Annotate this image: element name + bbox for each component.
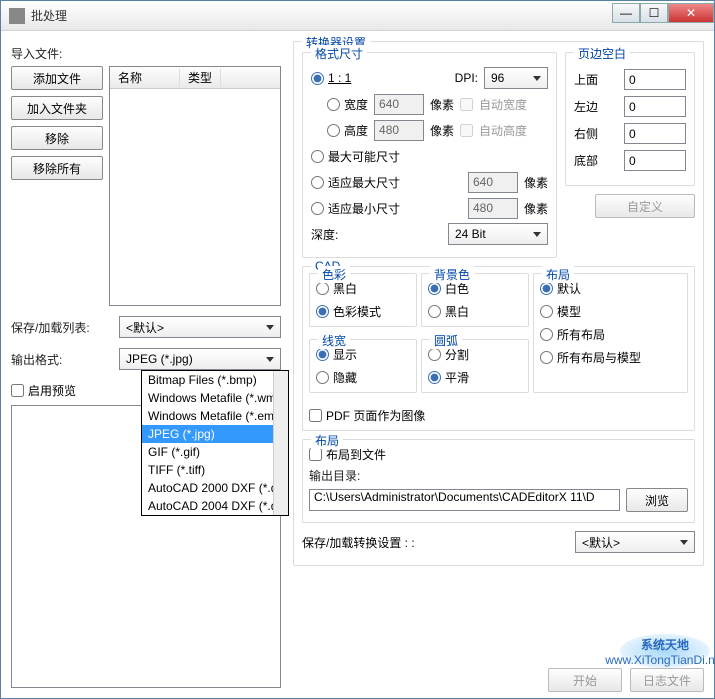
fmt-option[interactable]: Windows Metafile (*.wm [142, 389, 288, 407]
auto-height-checkbox [460, 124, 473, 137]
dpi-select[interactable]: 96 [484, 67, 548, 89]
app-icon [9, 8, 25, 24]
fitmin-input[interactable]: 480 [468, 198, 518, 219]
minimize-button[interactable]: — [612, 3, 640, 23]
file-list[interactable]: 名称 类型 [109, 66, 281, 306]
fmt-option[interactable]: TIFF (*.tiff) [142, 461, 288, 479]
lw-show-radio[interactable] [316, 348, 329, 361]
color-bw-radio[interactable] [316, 282, 329, 295]
window-title: 批处理 [31, 7, 612, 24]
add-folder-button[interactable]: 加入文件夹 [11, 96, 103, 120]
layout-output-group: 布局 布局到文件 输出目录: C:\Users\Administrator\Do… [302, 439, 695, 523]
start-button[interactable]: 开始 [548, 668, 622, 692]
saveconv-select[interactable]: <默认> [575, 531, 695, 553]
ratio-1to1-radio[interactable] [311, 72, 324, 85]
depth-select[interactable]: 24 Bit [448, 223, 548, 245]
auto-width-checkbox [460, 98, 473, 111]
layout-all-radio[interactable] [540, 328, 553, 341]
custom-button: 自定义 [595, 194, 695, 218]
fmt-option[interactable]: Bitmap Files (*.bmp) [142, 371, 288, 389]
batch-window: 批处理 — ☐ ✕ 导入文件: 添加文件 加入文件夹 移除 移除所有 名称 类型 [0, 0, 715, 699]
width-input[interactable]: 640 [374, 94, 424, 115]
fmt-option[interactable]: GIF (*.gif) [142, 443, 288, 461]
enable-preview-label: 启用预览 [28, 382, 76, 399]
margin-bottom-input[interactable]: 0 [624, 150, 686, 171]
import-label: 导入文件: [11, 45, 281, 62]
dropdown-scrollbar[interactable] [273, 371, 288, 515]
col-name[interactable]: 名称 [110, 69, 180, 86]
max-size-radio[interactable] [311, 150, 324, 163]
remove-all-button[interactable]: 移除所有 [11, 156, 103, 180]
height-radio[interactable] [327, 124, 340, 137]
savelist-select[interactable]: <默认> [119, 316, 281, 338]
width-radio[interactable] [327, 98, 340, 111]
arc-smooth-radio[interactable] [428, 371, 441, 384]
layout-default-radio[interactable] [540, 282, 553, 295]
fmt-option-selected[interactable]: JPEG (*.jpg) [142, 425, 288, 443]
output-format-select[interactable]: JPEG (*.jpg) [119, 348, 281, 370]
browse-button[interactable]: 浏览 [626, 488, 688, 512]
margin-top-input[interactable]: 0 [624, 69, 686, 90]
bg-white-radio[interactable] [428, 282, 441, 295]
fitmin-radio[interactable] [311, 202, 324, 215]
fmt-option[interactable]: AutoCAD 2000 DXF (*.dx [142, 479, 288, 497]
layout-model-radio[interactable] [540, 305, 553, 318]
format-size-group: 格式尺寸 1 : 1 DPI: 96 宽度 640 像素 [302, 52, 557, 258]
fmt-option[interactable]: AutoCAD 2004 DXF (*.dx [142, 497, 288, 515]
margin-right-input[interactable]: 0 [624, 123, 686, 144]
fmt-option[interactable]: Windows Metafile (*.em [142, 407, 288, 425]
file-list-header: 名称 类型 [110, 67, 280, 89]
layout-to-file-checkbox[interactable] [309, 448, 322, 461]
log-button[interactable]: 日志文件 [630, 668, 704, 692]
output-format-dropdown[interactable]: Bitmap Files (*.bmp) Windows Metafile (*… [141, 370, 289, 516]
maximize-button[interactable]: ☐ [640, 3, 668, 23]
arc-split-radio[interactable] [428, 348, 441, 361]
col-type[interactable]: 类型 [180, 69, 221, 86]
converter-settings: 转换器设置 格式尺寸 1 : 1 DPI: 96 宽 [293, 41, 704, 566]
lw-hide-radio[interactable] [316, 371, 329, 384]
margin-left-input[interactable]: 0 [624, 96, 686, 117]
close-button[interactable]: ✕ [668, 3, 714, 23]
layout-allm-radio[interactable] [540, 351, 553, 364]
pdf-as-image-checkbox[interactable] [309, 409, 322, 422]
outfmt-label: 输出格式: [11, 351, 111, 368]
savelist-label: 保存/加载列表: [11, 319, 111, 336]
output-dir-input[interactable]: C:\Users\Administrator\Documents\CADEdit… [309, 489, 620, 511]
margins-group: 页边空白 上面0 左边0 右侧0 底部0 [565, 52, 695, 186]
remove-button[interactable]: 移除 [11, 126, 103, 150]
add-files-button[interactable]: 添加文件 [11, 66, 103, 90]
cad-group: CAD 色彩 黑白 色彩模式 背景色 白色 黑白 [302, 266, 695, 431]
fitmax-radio[interactable] [311, 176, 324, 189]
bg-black-radio[interactable] [428, 305, 441, 318]
height-input[interactable]: 480 [374, 120, 424, 141]
fitmax-input[interactable]: 640 [468, 172, 518, 193]
color-mode-radio[interactable] [316, 305, 329, 318]
titlebar: 批处理 — ☐ ✕ [1, 1, 714, 31]
enable-preview-checkbox[interactable] [11, 384, 24, 397]
